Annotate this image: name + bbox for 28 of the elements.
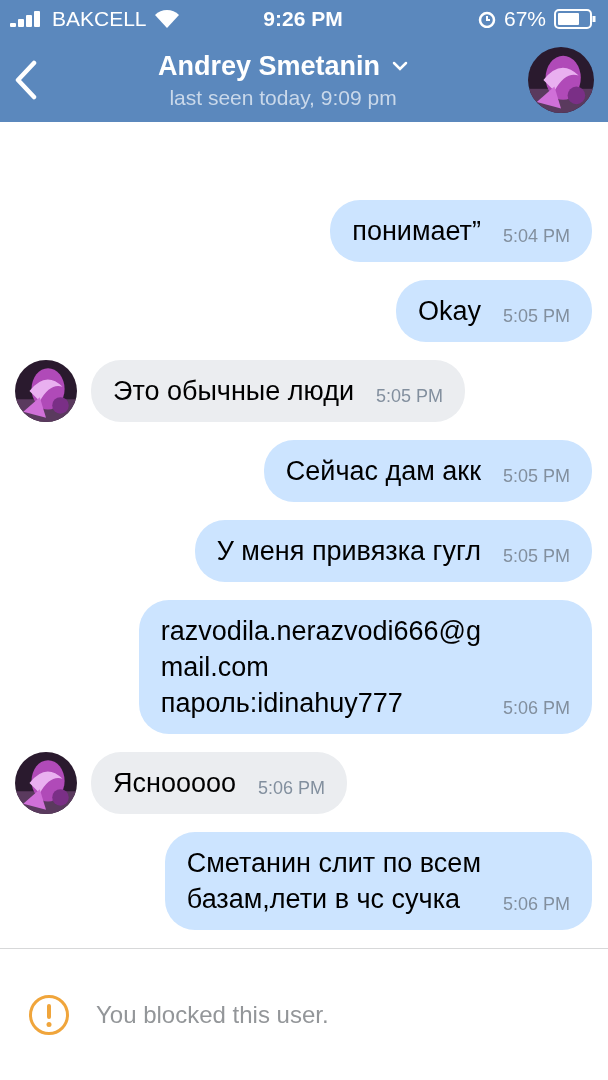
last-seen-status: last seen today, 9:09 pm	[169, 85, 397, 110]
chevron-down-icon[interactable]	[392, 61, 409, 71]
message-text: Сейчас дам акк	[285, 455, 481, 488]
message-text: Okay	[417, 295, 481, 328]
clock-time: 9:26 PM	[263, 7, 343, 31]
message-time: 5:05 PM	[502, 545, 570, 568]
alarm-icon	[477, 10, 496, 28]
wifi-icon	[154, 10, 179, 28]
back-icon[interactable]	[14, 60, 38, 100]
message-text: понимает”	[352, 215, 481, 248]
message-text: razvodila.nerazvodi666@g mail.com пароль:idinahuy777	[160, 615, 481, 720]
contact-name[interactable]: Andrey Smetanin	[157, 50, 381, 82]
message-time: 5:06 PM	[502, 893, 570, 916]
message-text: Ясноoooo	[113, 767, 236, 800]
message-text: Это обычные люди	[113, 375, 355, 408]
blocked-notice: You blocked this user.	[96, 1000, 329, 1029]
message-time: 5:05 PM	[502, 305, 570, 328]
message-time: 5:06 PM	[258, 777, 326, 800]
carrier-name: BAKCELL	[52, 7, 147, 31]
warning-icon	[28, 993, 70, 1036]
message-text: Сметанин слит по всем базам,лети в чс сучка	[186, 847, 481, 916]
message-time: 5:05 PM	[502, 465, 570, 488]
message-time: 5:05 PM	[376, 385, 444, 408]
message-time: 5:06 PM	[502, 697, 570, 720]
battery-icon	[554, 9, 596, 29]
battery-percent: 67%	[503, 7, 546, 31]
message-text: У меня привязка гугл	[216, 535, 481, 568]
message-time: 5:04 PM	[502, 225, 570, 248]
